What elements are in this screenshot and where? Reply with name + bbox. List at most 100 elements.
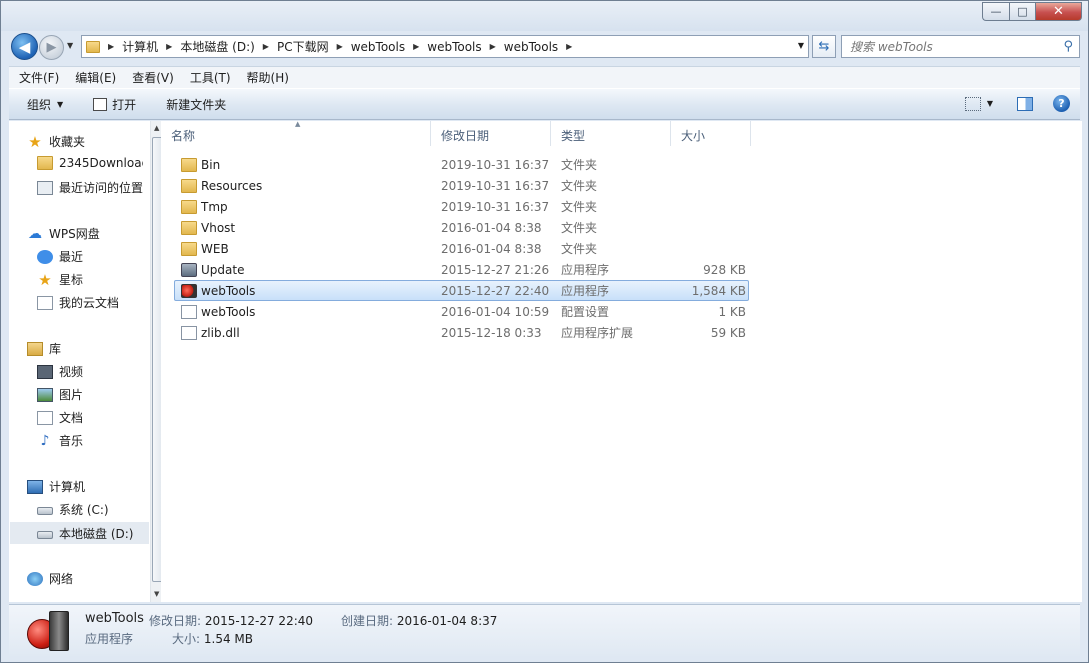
sidebar-wps-cloud[interactable]: ☁ WPS网盘 xyxy=(27,225,100,242)
column-date[interactable]: 修改日期 xyxy=(431,121,551,146)
sidebar-label: 计算机 xyxy=(49,480,86,494)
file-name: zlib.dll xyxy=(201,325,240,340)
sidebar-item-drive-c[interactable]: 系统 (C:) xyxy=(37,501,109,518)
sidebar-label: 图片 xyxy=(59,388,84,402)
breadcrumb-webtools-2[interactable]: webTools xyxy=(427,40,481,54)
menu-tools[interactable]: 工具(T) xyxy=(190,69,231,86)
sidebar-item-2345downloads[interactable]: 2345Downloads xyxy=(37,156,143,170)
menu-view[interactable]: 查看(V) xyxy=(132,69,174,86)
open-icon xyxy=(93,97,108,111)
sort-ascending-icon: ▲ xyxy=(295,120,301,128)
column-type[interactable]: 类型 xyxy=(551,121,671,146)
search-input[interactable] xyxy=(850,39,1050,54)
chevron-right-icon[interactable]: ▶ xyxy=(490,42,496,51)
sidebar-label: 本地磁盘 (D:) xyxy=(59,526,134,541)
file-row[interactable]: zlib.dll 2015-12-18 0:33 应用程序扩展 59 KB xyxy=(174,322,749,343)
chevron-right-icon[interactable]: ▶ xyxy=(337,42,343,51)
sidebar-label: 2345Downloads xyxy=(59,156,143,170)
menu-file[interactable]: 文件(F) xyxy=(19,69,59,86)
file-date: 2015-12-27 21:26 xyxy=(441,262,550,277)
sidebar-item-music[interactable]: ♪ 音乐 xyxy=(37,432,83,449)
file-type: 应用程序 xyxy=(561,284,610,298)
address-bar[interactable]: ▶ 计算机 ▶ 本地磁盘 (D:) ▶ PC下载网 ▶ webTools ▶ w… xyxy=(81,35,809,58)
sidebar-item-documents[interactable]: 文档 xyxy=(37,409,83,426)
library-icon xyxy=(27,341,43,356)
column-size[interactable]: 大小 xyxy=(671,121,751,146)
column-name[interactable]: ▲ 名称 xyxy=(161,120,431,146)
sidebar-item-recent[interactable]: 最近 xyxy=(37,248,83,265)
back-button[interactable]: ◀ xyxy=(11,33,38,60)
sidebar-favorites[interactable]: ★ 收藏夹 xyxy=(27,133,85,150)
search-icon[interactable]: ⚲ xyxy=(1063,39,1073,54)
scroll-up-icon[interactable]: ▲ xyxy=(154,124,159,132)
recent-pages-dropdown[interactable]: ▼ xyxy=(67,41,73,50)
sidebar-item-drive-d[interactable]: 本地磁盘 (D:) xyxy=(10,522,149,544)
sidebar-item-starred[interactable]: ★ 星标 xyxy=(37,271,83,288)
file-row[interactable]: WEB 2016-01-04 8:38 文件夹 xyxy=(174,238,749,259)
network-icon xyxy=(27,571,43,586)
column-label: 修改日期 xyxy=(441,129,490,143)
address-history-dropdown[interactable]: ▼ xyxy=(798,41,804,50)
close-button[interactable]: ✕ xyxy=(1036,2,1082,21)
file-row[interactable]: Bin 2019-10-31 16:37 文件夹 xyxy=(174,154,749,175)
column-label: 名称 xyxy=(171,129,196,143)
sidebar-item-pictures[interactable]: 图片 xyxy=(37,386,83,403)
scroll-down-icon[interactable]: ▼ xyxy=(154,590,159,598)
file-row[interactable]: Tmp 2019-10-31 16:37 文件夹 xyxy=(174,196,749,217)
change-view-icon[interactable] xyxy=(964,96,981,111)
menu-help[interactable]: 帮助(H) xyxy=(247,69,289,86)
app-icon xyxy=(181,262,197,277)
file-row[interactable]: Vhost 2016-01-04 8:38 文件夹 xyxy=(174,217,749,238)
sidebar-network[interactable]: 网络 xyxy=(27,570,73,587)
file-date: 2019-10-31 16:37 xyxy=(441,199,550,214)
forward-button[interactable]: ▶ xyxy=(39,35,64,60)
organize-button[interactable]: 组织 ▼ xyxy=(27,96,63,113)
search-box[interactable]: ⚲ xyxy=(841,35,1080,58)
folder-icon xyxy=(37,156,53,170)
maximize-button[interactable]: □ xyxy=(1009,2,1036,21)
preview-pane-icon[interactable] xyxy=(1017,96,1033,111)
sidebar-item-videos[interactable]: 视频 xyxy=(37,363,83,380)
refresh-button[interactable]: ⇆ xyxy=(812,35,836,58)
new-folder-button[interactable]: 新建文件夹 xyxy=(166,96,226,113)
minimize-button[interactable]: — xyxy=(982,2,1009,21)
breadcrumb-drive-d[interactable]: 本地磁盘 (D:) xyxy=(180,38,254,55)
chevron-right-icon[interactable]: ▶ xyxy=(566,42,572,51)
file-size: 928 KB xyxy=(703,262,746,277)
file-row[interactable]: Resources 2019-10-31 16:37 文件夹 xyxy=(174,175,749,196)
file-row-selected[interactable]: webTools 2015-12-27 22:40 应用程序 1,584 KB xyxy=(174,280,749,301)
sidebar-libraries[interactable]: 库 xyxy=(27,340,61,357)
details-modified: 修改日期: 2015-12-27 22:40 xyxy=(149,614,314,628)
chevron-right-icon[interactable]: ▶ xyxy=(263,42,269,51)
breadcrumb-webtools-1[interactable]: webTools xyxy=(351,40,405,54)
picture-icon xyxy=(37,387,53,402)
breadcrumb-computer[interactable]: 计算机 xyxy=(122,38,158,55)
sidebar-label: 音乐 xyxy=(59,434,84,448)
folder-icon xyxy=(181,157,197,172)
clock-icon xyxy=(37,249,53,264)
chevron-right-icon[interactable]: ▶ xyxy=(166,42,172,51)
cloud-icon: ☁ xyxy=(28,225,42,242)
file-row[interactable]: webTools 2016-01-04 10:59 配置设置 1 KB xyxy=(174,301,749,322)
file-row[interactable]: Update 2015-12-27 21:26 应用程序 928 KB xyxy=(174,259,749,280)
sidebar-label: 最近 xyxy=(59,250,84,264)
document-icon xyxy=(37,295,53,310)
sidebar-item-recent-places[interactable]: 最近访问的位置 xyxy=(37,179,143,196)
help-icon[interactable]: ? xyxy=(1053,95,1070,112)
open-label: 打开 xyxy=(112,97,137,112)
sidebar-label: 收藏夹 xyxy=(49,135,86,149)
sidebar-computer[interactable]: 计算机 xyxy=(27,478,85,495)
file-date: 2015-12-18 0:33 xyxy=(441,325,542,340)
view-options-dropdown[interactable]: ▼ xyxy=(987,99,993,108)
file-date: 2016-01-04 8:38 xyxy=(441,220,542,235)
file-list-pane: ▲ 名称 修改日期 类型 大小 Bin 2019-10-31 16:37 文件夹 R… xyxy=(161,120,1082,602)
chevron-right-icon[interactable]: ▶ xyxy=(413,42,419,51)
open-button[interactable]: 打开 xyxy=(93,96,136,113)
breadcrumb-pc-download[interactable]: PC下载网 xyxy=(277,38,329,55)
sidebar-label: 库 xyxy=(49,342,62,356)
sidebar-item-my-cloud-docs[interactable]: 我的云文档 xyxy=(37,294,119,311)
explorer-window: — □ ✕ ◀ ▶ ▼ ▶ 计算机 ▶ 本地磁盘 (D:) ▶ PC下载网 ▶ … xyxy=(0,0,1089,663)
chevron-right-icon[interactable]: ▶ xyxy=(108,42,114,51)
menu-edit[interactable]: 编辑(E) xyxy=(75,69,116,86)
breadcrumb-webtools-3[interactable]: webTools xyxy=(504,40,558,54)
